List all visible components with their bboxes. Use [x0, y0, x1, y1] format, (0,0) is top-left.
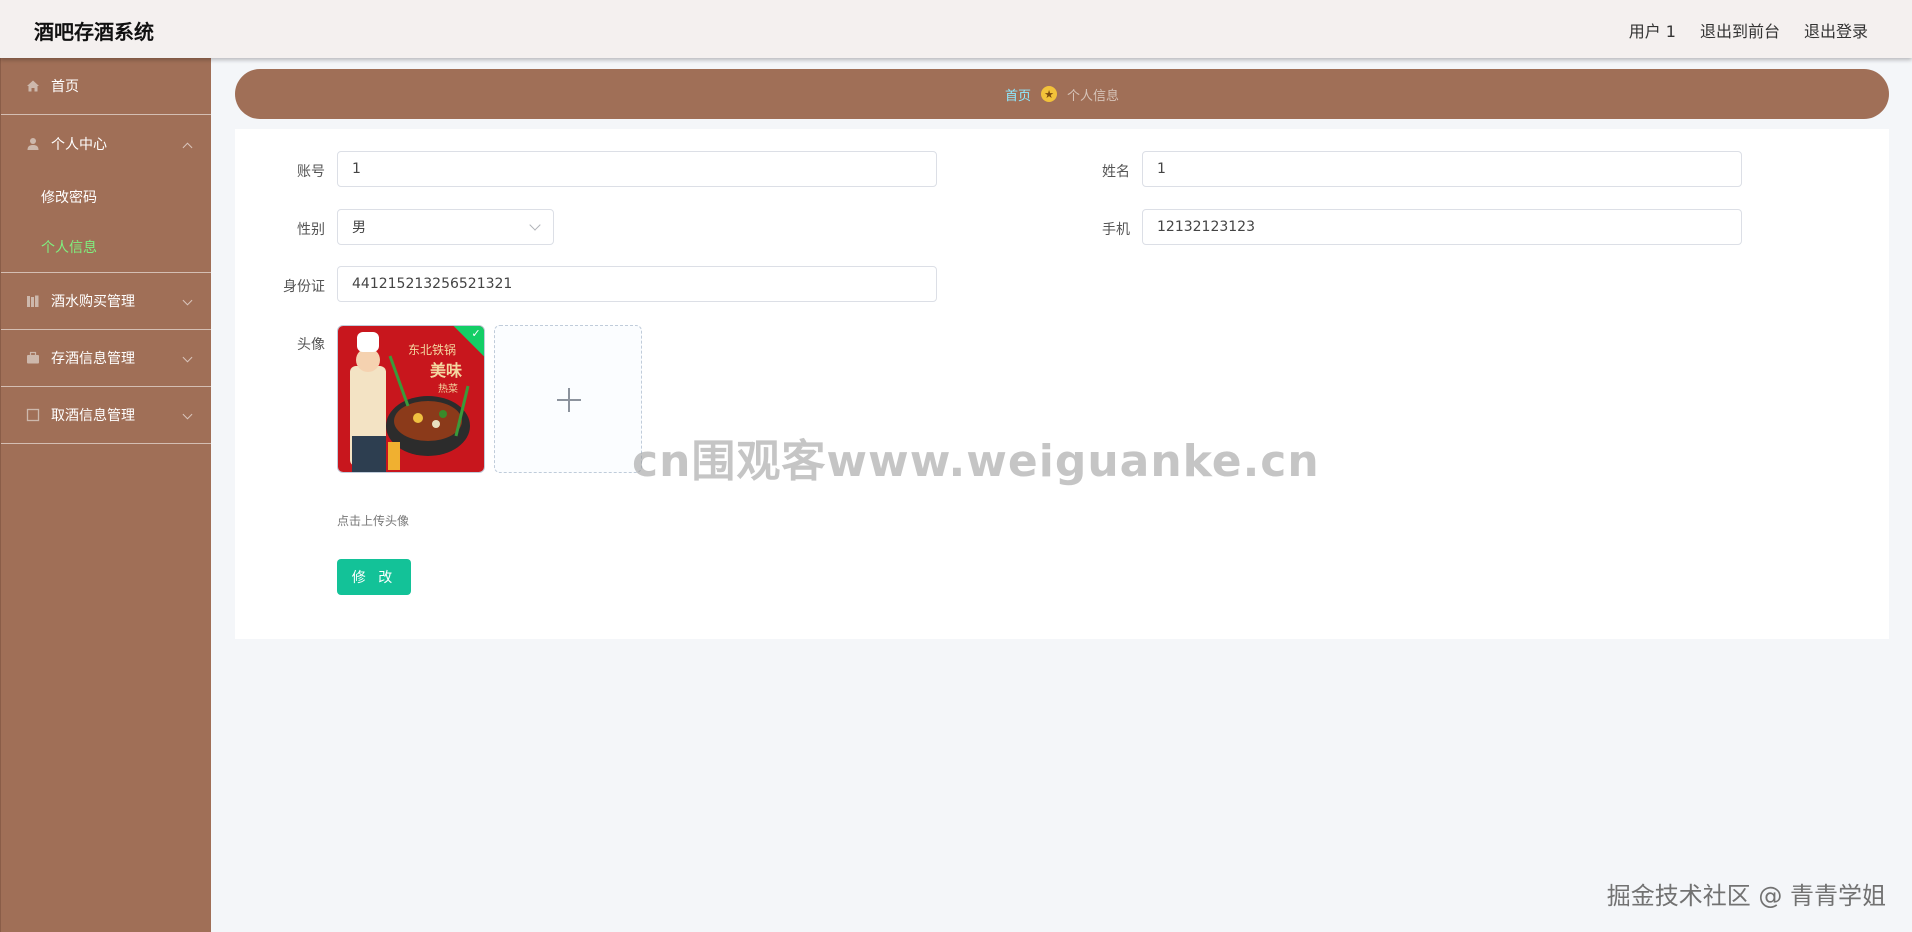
breadcrumb-home-link[interactable]: 首页	[1005, 85, 1031, 104]
avatar-illustration: 东北铁锅 美味 热菜	[338, 326, 484, 472]
chevron-up-icon	[182, 142, 193, 152]
chevron-down-icon	[182, 352, 193, 363]
profile-form-card: 账号 1 姓名 1 性别 男 手机 12132123123 身份证 441215…	[235, 129, 1889, 639]
phone-label: 手机	[1102, 222, 1130, 238]
briefcase-icon	[25, 350, 41, 366]
sidebar-item-home[interactable]: 首页	[1, 58, 211, 115]
user-icon	[25, 136, 41, 152]
gender-select[interactable]: 男	[337, 209, 554, 245]
sidebar-item-drink-purchase[interactable]: 酒水购买管理	[1, 273, 211, 330]
name-input[interactable]: 1	[1142, 151, 1742, 187]
avatar-image[interactable]: 东北铁锅 美味 热菜 ✓	[337, 325, 485, 473]
idcard-label: 身份证	[283, 279, 325, 295]
logout-link[interactable]: 退出登录	[1804, 18, 1868, 42]
watermark-center: cn围观客www.weiguanke.cn	[632, 436, 1320, 487]
breadcrumb-current: 个人信息	[1067, 88, 1120, 104]
app-title: 酒吧存酒系统	[34, 20, 154, 44]
sidebar-item-personal-center[interactable]: 个人中心	[1, 115, 211, 172]
watermark-corner: 掘金技术社区 @ 青青学姐	[1606, 882, 1886, 910]
sidebar-item-label: 首页	[51, 79, 79, 95]
upload-tip: 点击上传头像	[337, 514, 410, 528]
name-label: 姓名	[1102, 164, 1130, 180]
breadcrumb: 首页 ★ 个人信息	[235, 69, 1889, 119]
star-icon: ★	[1041, 86, 1057, 102]
sidebar-item-label: 个人中心	[51, 136, 107, 153]
submenu-personal-center: 修改密码 个人信息	[1, 172, 211, 273]
avatar-text-2: 美味	[430, 361, 462, 380]
gender-label: 性别	[297, 222, 325, 238]
books-icon	[25, 293, 41, 309]
box-icon	[25, 407, 41, 423]
avatar-upload-button[interactable]	[494, 325, 642, 473]
check-icon: ✓	[471, 326, 481, 340]
chevron-down-icon	[182, 295, 193, 306]
home-icon	[25, 78, 41, 94]
sidebar-item-personal-info[interactable]: 个人信息	[1, 222, 211, 272]
phone-input[interactable]: 12132123123	[1142, 209, 1742, 245]
idcard-input[interactable]: 441215213256521321	[337, 266, 937, 302]
top-header: 酒吧存酒系统 用户 1 退出到前台 退出登录	[0, 0, 1912, 58]
back-to-frontend-link[interactable]: 退出到前台	[1700, 18, 1780, 42]
avatar-text-3: 热菜	[438, 382, 458, 395]
account-input[interactable]: 1	[337, 151, 937, 187]
sidebar-item-retrieve-info[interactable]: 取酒信息管理	[1, 387, 211, 444]
sidebar: 首页 个人中心 修改密码 个人信息 酒水购买管理 存酒信息管理 取酒信息管理	[0, 58, 211, 932]
sidebar-item-storage-info[interactable]: 存酒信息管理	[1, 330, 211, 387]
sidebar-item-label: 存酒信息管理	[51, 351, 135, 367]
avatar-label: 头像	[297, 337, 325, 353]
header-links: 用户 1 退出到前台 退出登录	[1629, 18, 1868, 42]
modify-button[interactable]: 修 改	[337, 559, 411, 595]
chevron-down-icon	[182, 409, 193, 420]
gender-select-value: 男	[352, 220, 366, 236]
avatar-text-1: 东北铁锅	[408, 342, 456, 357]
sidebar-item-label: 酒水购买管理	[51, 294, 135, 310]
chevron-down-icon	[529, 219, 541, 231]
sidebar-item-label: 取酒信息管理	[51, 408, 135, 424]
account-label: 账号	[297, 164, 325, 180]
current-user-link[interactable]: 用户 1	[1629, 18, 1676, 42]
sidebar-item-change-password[interactable]: 修改密码	[1, 172, 211, 222]
